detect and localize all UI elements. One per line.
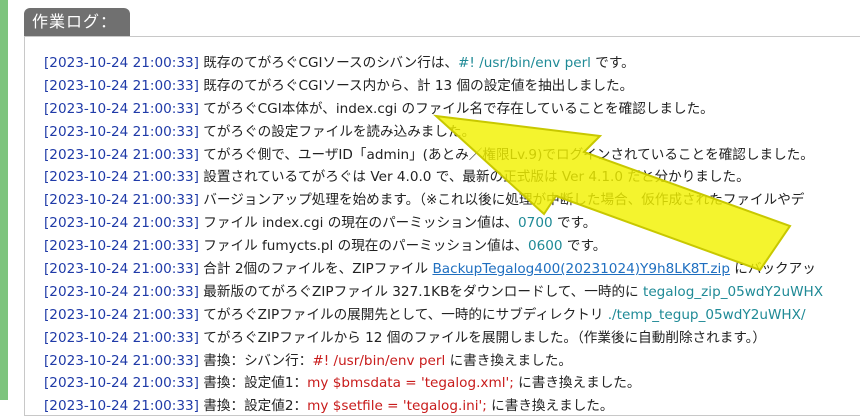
log-message: 書換：設定値1： (198, 375, 308, 392)
log-message: に書き換えました。 (445, 352, 572, 369)
log-line: [2023-10-24 21:00:33] 既存のてがろぐCGIソースのシバン行… (44, 52, 860, 75)
log-timestamp: [2023-10-24 21:00:33] (44, 215, 199, 232)
log-message: てがろぐの設定ファイルを読み込みました。 (198, 123, 476, 140)
backup-zip-link[interactable]: BackupTegalog400(20231024)Y9h8LK8T.zip (432, 261, 730, 277)
log-message: に書き換えました。 (486, 398, 614, 415)
log-message: てがろぐZIPファイルの展開先として、一時的にサブディレクトリ (198, 306, 608, 323)
log-line: [2023-10-24 21:00:33] てがろぐの設定ファイルを読み込みまし… (44, 121, 860, 144)
log-message: てがろぐ側で、ユーザID「admin」(あとみ／権限Lv.9)でログインされてい… (198, 146, 814, 163)
log-line: [2023-10-24 21:00:33] 合計 2個のファイルを、ZIPファイ… (44, 258, 860, 281)
log-message: です。 (562, 238, 607, 255)
work-log: [2023-10-24 21:00:33] 既存のてがろぐCGIソースのシバン行… (44, 52, 860, 418)
log-message: てがろぐCGI本体が、index.cgi のファイル名で存在していることを確認し… (198, 100, 714, 117)
log-message: 既存のてがろぐCGIソース内から、計 13 個の設定値を抽出しました。 (198, 77, 634, 94)
log-line: [2023-10-24 21:00:33] 書換：シバン行：#! /usr/bi… (44, 350, 860, 373)
log-line: [2023-10-24 21:00:33] てがろぐCGI本体が、index.c… (44, 98, 860, 121)
log-message: ファイル fumycts.pl の現在のパーミッション値は、 (198, 238, 528, 255)
log-timestamp: [2023-10-24 21:00:33] (44, 146, 199, 163)
log-value: #! /usr/bin/env perl (458, 55, 591, 71)
log-timestamp: [2023-10-24 21:00:33] (44, 329, 199, 346)
log-line: [2023-10-24 21:00:33] 書換：設定値1：my $bmsdat… (44, 372, 860, 395)
log-line: [2023-10-24 21:00:33] てがろぐ側で、ユーザID「admin… (44, 144, 860, 167)
section-title: 作業ログ： (24, 8, 130, 36)
log-timestamp: [2023-10-24 21:00:33] (44, 238, 199, 255)
log-message: てがろぐZIPファイルから 12 個のファイルを展開しました。（作業後に自動削除… (198, 329, 766, 346)
log-value: 0600 (527, 238, 563, 255)
log-timestamp: [2023-10-24 21:00:33] (44, 306, 199, 323)
log-message: にバックアッ (729, 261, 816, 278)
log-line: [2023-10-24 21:00:33] ファイル fumycts.pl の現… (44, 235, 860, 258)
log-value: 0700 (518, 215, 553, 232)
log-timestamp: [2023-10-24 21:00:33] (44, 100, 199, 117)
log-message: 合計 2個のファイルを、ZIPファイル (198, 261, 433, 278)
log-message: バージョンアップ処理を始めます。（※これ以後に処理が中断した場合、仮作成されたフ… (198, 192, 805, 209)
log-message: 設置されているてがろぐは Ver 4.0.0 で、最新の正式版は Ver 4.1… (198, 169, 750, 186)
log-value: tegalog_zip_05wdY2uWHX (642, 283, 824, 300)
log-line: [2023-10-24 21:00:33] ファイル index.cgi の現在… (44, 212, 860, 235)
log-line: [2023-10-24 21:00:33] 最新版のてがろぐZIPファイル 32… (44, 281, 860, 304)
log-timestamp: [2023-10-24 21:00:33] (44, 283, 199, 300)
log-message: ファイル index.cgi の現在のパーミッション値は、 (198, 215, 519, 232)
log-replaced-value: my $bmsdata = 'tegalog.xml'; (307, 375, 514, 392)
log-replaced-value: #! /usr/bin/env perl (312, 352, 446, 369)
log-message: 既存のてがろぐCGIソースのシバン行は、 (198, 55, 459, 71)
log-message: 書換：シバン行： (198, 352, 313, 369)
log-timestamp: [2023-10-24 21:00:33] (44, 375, 199, 392)
log-message: です。 (552, 215, 597, 232)
log-line: [2023-10-24 21:00:33] 書換：設定値2：my $setfil… (44, 395, 860, 418)
log-line: [2023-10-24 21:00:33] バージョンアップ処理を始めます。（※… (44, 189, 860, 212)
log-message: 最新版のてがろぐZIPファイル 327.1KBをダウンロードして、一時的に (198, 283, 643, 300)
log-line: [2023-10-24 21:00:33] 設置されているてがろぐは Ver 4… (44, 166, 860, 189)
log-replaced-value: my $setfile = 'tegalog.ini'; (307, 398, 487, 415)
log-timestamp: [2023-10-24 21:00:33] (44, 77, 199, 94)
log-line: [2023-10-24 21:00:33] てがろぐZIPファイルの展開先として… (44, 304, 860, 327)
left-accent-bar (0, 0, 8, 400)
log-line: [2023-10-24 21:00:33] てがろぐZIPファイルから 12 個… (44, 327, 860, 350)
log-timestamp: [2023-10-24 21:00:33] (44, 261, 199, 278)
log-value: ./temp_tegup_05wdY2uWHX/ (607, 306, 806, 323)
log-timestamp: [2023-10-24 21:00:33] (44, 192, 199, 209)
log-line: [2023-10-24 21:00:33] 既存のてがろぐCGIソース内から、計… (44, 75, 860, 98)
log-timestamp: [2023-10-24 21:00:33] (44, 55, 199, 71)
log-timestamp: [2023-10-24 21:00:33] (44, 123, 199, 140)
log-timestamp: [2023-10-24 21:00:33] (44, 398, 199, 415)
log-timestamp: [2023-10-24 21:00:33] (44, 352, 199, 369)
log-message: です。 (590, 55, 635, 71)
log-message: に書き換えました。 (513, 375, 641, 392)
log-message: 書換：設定値2： (198, 398, 308, 415)
log-timestamp: [2023-10-24 21:00:33] (44, 169, 199, 186)
